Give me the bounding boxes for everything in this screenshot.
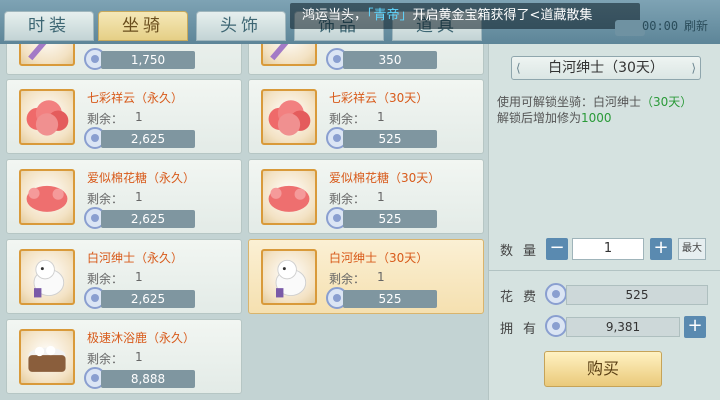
own-label: 拥有 [500, 322, 547, 337]
desc-line2-value: 1000 [581, 111, 612, 125]
quantity-minus-button[interactable]: − [546, 238, 568, 260]
quantity-input[interactable]: 1 [572, 238, 644, 260]
item-card-2[interactable]: 七彩祥云（永久） 剩余： 1 2,625 [6, 79, 242, 154]
remain-value: 1 [135, 110, 143, 124]
item-card-7[interactable]: 白河绅士（30天） 剩余： 1 525 [248, 239, 484, 314]
item-name: 七彩祥云（永久） [87, 91, 184, 105]
remain-value: 1 [135, 270, 143, 284]
item-name: 七彩祥云（30天） [329, 91, 429, 105]
remain-label: 剩余： [87, 352, 124, 366]
remain-value: 1 [377, 270, 385, 284]
chevron-right-icon: ⟩ [691, 61, 696, 75]
remain-value: 1 [135, 190, 143, 204]
white-horse-icon [275, 259, 307, 298]
remain-label: 剩余： [329, 112, 366, 126]
item-card-0[interactable]: 1,750 [6, 44, 242, 75]
item-list: 1,750 350 七彩祥云（永久） 剩余： 1 2,625 七彩祥云（30天）… [0, 44, 488, 400]
white-horse-icon [33, 259, 65, 298]
add-currency-button[interactable]: + [684, 316, 706, 338]
announcement-marquee: 鸿运当头，「青帝」开启黄金宝箱获得了<道藏散集 [290, 3, 640, 29]
refresh-timer-badge [615, 20, 645, 36]
item-thumb [19, 169, 75, 225]
item-thumb [261, 169, 317, 225]
item-price: 2,625 [101, 290, 195, 308]
item-name: 爱似棉花糖（永久） [87, 171, 196, 185]
item-price: 525 [343, 290, 437, 308]
remain-label: 剩余： [329, 272, 366, 286]
item-card-6[interactable]: 白河绅士（永久） 剩余： 1 2,625 [6, 239, 242, 314]
divider [489, 270, 720, 271]
cloud-icon [268, 100, 311, 136]
cotton-candy-icon [268, 185, 310, 212]
detail-title-box: ⟨ 白河绅士（30天） ⟩ [511, 56, 701, 80]
buy-button[interactable]: 购买 [544, 351, 662, 387]
quantity-plus-button[interactable]: + [650, 238, 672, 260]
chevron-left-icon: ⟨ [516, 61, 521, 75]
item-thumb [19, 44, 75, 66]
tab-fashion[interactable]: 时装 [4, 11, 94, 41]
desc-line2: 解锁后增加修为 [497, 111, 582, 125]
item-name: 极速沐浴鹿（永久） [87, 331, 196, 345]
remain-label: 剩余： [87, 112, 124, 126]
item-price: 1,750 [101, 51, 195, 69]
item-price: 350 [343, 51, 437, 69]
marquee-player: 「青帝」 [367, 8, 413, 23]
cotton-candy-icon [26, 185, 68, 212]
remain-value: 1 [377, 190, 385, 204]
item-thumb [19, 329, 75, 385]
quantity-label: 数量 [500, 244, 547, 259]
item-price: 525 [343, 130, 437, 148]
refresh-timer: 00:00 [642, 19, 679, 33]
item-price: 525 [343, 210, 437, 228]
tab-headwear[interactable]: 头饰 [196, 11, 286, 41]
item-price: 2,625 [101, 130, 195, 148]
item-thumb [19, 249, 75, 305]
jade-coin-icon [544, 314, 568, 338]
item-price: 2,625 [101, 210, 195, 228]
item-name: 白河绅士（永久） [87, 251, 184, 265]
fan-icon [270, 44, 289, 61]
detail-title: 白河绅士（30天） [548, 60, 664, 76]
marquee-prefix: 鸿运当头， [302, 8, 368, 23]
jade-coin-icon [544, 282, 568, 306]
remain-label: 剩余： [87, 192, 124, 206]
bath-tub-icon [28, 345, 66, 372]
tab-mount[interactable]: 坐骑 [98, 11, 188, 41]
item-thumb [261, 89, 317, 145]
item-card-5[interactable]: 爱似棉花糖（30天） 剩余： 1 525 [248, 159, 484, 234]
own-value: 9,381 [566, 317, 680, 337]
quantity-max-button[interactable]: 最大 [678, 238, 706, 260]
remain-label: 剩余： [87, 272, 124, 286]
detail-description: 使用可解锁坐骑：白河绅士（30天） 解锁后增加修为1000 [497, 94, 717, 126]
desc-line1-duration: （30天） [641, 95, 693, 109]
cost-label: 花费 [500, 290, 547, 305]
item-detail-panel: ⟨ 白河绅士（30天） ⟩ 使用可解锁坐骑：白河绅士（30天） 解锁后增加修为1… [488, 44, 720, 400]
remain-label: 剩余： [329, 192, 366, 206]
item-card-8[interactable]: 极速沐浴鹿（永久） 剩余： 1 8,888 [6, 319, 242, 394]
item-card-3[interactable]: 七彩祥云（30天） 剩余： 1 525 [248, 79, 484, 154]
remain-value: 1 [377, 110, 385, 124]
top-tab-bar: 时装 坐骑 头饰 饰品 道具 鸿运当头，「青帝」开启黄金宝箱获得了<道藏散集 0… [0, 0, 720, 44]
item-card-1[interactable]: 350 [248, 44, 484, 75]
cost-value: 525 [566, 285, 708, 305]
item-thumb [261, 249, 317, 305]
item-price: 8,888 [101, 370, 195, 388]
remain-value: 1 [135, 350, 143, 364]
item-card-4[interactable]: 爱似棉花糖（永久） 剩余： 1 2,625 [6, 159, 242, 234]
item-thumb [261, 44, 317, 66]
desc-line1: 使用可解锁坐骑：白河绅士 [497, 95, 642, 109]
item-thumb [19, 89, 75, 145]
item-name: 爱似棉花糖（30天） [329, 171, 441, 185]
refresh-button[interactable]: 刷新 [684, 17, 708, 34]
cloud-icon [26, 100, 69, 136]
fan-icon [28, 44, 47, 61]
item-name: 白河绅士（30天） [329, 251, 429, 265]
marquee-suffix: 开启黄金宝箱获得了<道藏散集 [412, 8, 593, 23]
